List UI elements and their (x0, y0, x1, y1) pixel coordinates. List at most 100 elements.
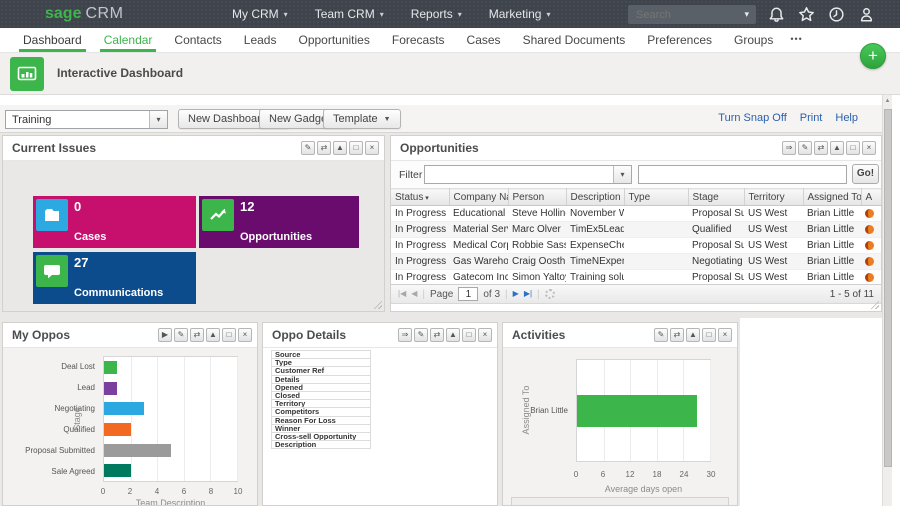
scroll-up-arrow[interactable]: ▲ (883, 95, 892, 108)
edit-icon[interactable]: ✎ (798, 141, 812, 155)
edit-icon[interactable]: ✎ (654, 328, 668, 342)
column-header-territory[interactable]: Territory (744, 189, 803, 206)
refresh-icon[interactable]: ⇄ (317, 141, 331, 155)
tab-leads[interactable]: Leads (233, 28, 288, 52)
tab-cases[interactable]: Cases (456, 28, 512, 52)
sage-crm-screen: sageCRM My CRM▾Team CRM▾Reports▾Marketin… (0, 0, 900, 506)
refresh-icon[interactable]: ⇄ (190, 328, 204, 342)
add-gadget-button[interactable]: + (860, 43, 886, 69)
table-row[interactable]: In ProgressEducational S...Steve Holling… (391, 206, 881, 222)
edit-icon[interactable]: ✎ (301, 141, 315, 155)
refresh-icon[interactable]: ⇄ (430, 328, 444, 342)
tick-label: 6 (601, 470, 605, 479)
bar-brian-little[interactable] (577, 395, 697, 427)
edit-icon[interactable]: ✎ (414, 328, 428, 342)
drill-icon[interactable]: ⇒ (782, 141, 796, 155)
tab-contacts[interactable]: Contacts (163, 28, 232, 52)
menu-team-crm[interactable]: Team CRM▾ (315, 7, 384, 21)
dashboard-select[interactable]: Training ▾ (5, 110, 168, 129)
user-icon[interactable] (858, 6, 875, 23)
scrollbar-thumb[interactable] (884, 109, 892, 467)
table-row[interactable]: In ProgressGas Warehou...Craig Oosthui..… (391, 254, 881, 270)
collapse-icon[interactable]: ▲ (686, 328, 700, 342)
maximize-icon[interactable]: □ (702, 328, 716, 342)
maximize-icon[interactable]: □ (349, 141, 363, 155)
collapse-icon[interactable]: ▲ (446, 328, 460, 342)
bar-proposal-submitted[interactable] (104, 444, 171, 457)
search-input[interactable] (628, 9, 737, 21)
bar-qualified[interactable] (104, 423, 131, 436)
link-help[interactable]: Help (835, 112, 858, 124)
link-print[interactable]: Print (800, 112, 823, 124)
column-header-stage[interactable]: Stage (688, 189, 744, 206)
last-page-icon[interactable]: ▶| (524, 289, 532, 299)
star-icon[interactable] (798, 6, 815, 23)
prev-page-icon[interactable]: ◀ (411, 289, 417, 299)
template-button[interactable]: Template▼ (323, 109, 401, 129)
refresh-icon[interactable] (545, 289, 555, 299)
close-icon[interactable]: × (862, 141, 876, 155)
bar-sale-agreed[interactable] (104, 464, 131, 477)
bar-lead[interactable] (104, 382, 117, 395)
tab-preferences[interactable]: Preferences (636, 28, 723, 52)
collapse-icon[interactable]: ▲ (830, 141, 844, 155)
panel-header: Current Issues ✎⇄▲□× (3, 136, 384, 161)
menu-marketing[interactable]: Marketing▾ (489, 7, 551, 21)
tab-overflow-icon[interactable]: ••• (784, 28, 808, 52)
first-page-icon[interactable]: |◀ (398, 289, 406, 299)
bell-icon[interactable] (768, 6, 785, 23)
tab-bar: DashboardCalendarContactsLeadsOpportunit… (0, 28, 900, 53)
bar-negotiating[interactable] (104, 402, 144, 415)
tab-forecasts[interactable]: Forecasts (381, 28, 456, 52)
link-turn-snap-off[interactable]: Turn Snap Off (718, 112, 786, 124)
column-header-assigned-to[interactable]: Assigned To (803, 189, 861, 206)
maximize-icon[interactable]: □ (222, 328, 236, 342)
clock-icon[interactable] (828, 6, 845, 23)
maximize-icon[interactable]: □ (462, 328, 476, 342)
tile-communications[interactable]: 27Communications (33, 252, 196, 304)
refresh-icon[interactable]: ⇄ (814, 141, 828, 155)
refresh-icon[interactable]: ⇄ (670, 328, 684, 342)
close-icon[interactable]: × (718, 328, 732, 342)
folder-icon (36, 199, 68, 231)
column-header-a[interactable]: A (861, 189, 881, 206)
bar-deal-lost[interactable] (104, 361, 117, 374)
tab-opportunities[interactable]: Opportunities (287, 28, 380, 52)
column-header-company-name[interactable]: Company Name (449, 189, 508, 206)
page-number-input[interactable] (458, 287, 478, 301)
collapse-icon[interactable]: ▲ (333, 141, 347, 155)
next-page-icon[interactable]: ▶ (513, 289, 519, 299)
drill-icon[interactable]: ⇒ (398, 328, 412, 342)
search-box[interactable]: ▾ (628, 5, 756, 24)
go-button[interactable]: Go! (852, 164, 879, 184)
filter-select[interactable]: ▾ (424, 165, 632, 184)
tab-calendar[interactable]: Calendar (93, 28, 164, 52)
table-row[interactable]: In ProgressMaterial Servi...Marc OlverTi… (391, 222, 881, 238)
tab-groups[interactable]: Groups (723, 28, 784, 52)
column-header-person[interactable]: Person (508, 189, 566, 206)
column-header-description[interactable]: Description (566, 189, 624, 206)
panel-title: Activities (512, 328, 565, 342)
maximize-icon[interactable]: □ (846, 141, 860, 155)
edit-icon[interactable]: ✎ (174, 328, 188, 342)
collapse-icon[interactable]: ▲ (206, 328, 220, 342)
vertical-scrollbar[interactable]: ▲ (882, 95, 892, 506)
chevron-down-icon[interactable]: ▾ (149, 111, 167, 128)
chevron-down-icon[interactable]: ▾ (613, 166, 631, 183)
tab-shared-documents[interactable]: Shared Documents (512, 28, 637, 52)
column-header-type[interactable]: Type (624, 189, 688, 206)
chevron-down-icon[interactable]: ▾ (737, 9, 756, 20)
column-header-status[interactable]: Status ▾ (391, 189, 449, 206)
filter-input[interactable] (638, 165, 847, 184)
table-row[interactable]: In ProgressMedical Corp....Robbie Sasser… (391, 238, 881, 254)
close-icon[interactable]: × (238, 328, 252, 342)
close-icon[interactable]: × (365, 141, 379, 155)
menu-my-crm[interactable]: My CRM▾ (232, 7, 288, 21)
play-icon[interactable]: ▶ (158, 328, 172, 342)
tile-opportunities[interactable]: 12Opportunities (199, 196, 359, 248)
tile-cases[interactable]: 0Cases (33, 196, 196, 248)
close-icon[interactable]: × (478, 328, 492, 342)
table-cell (861, 206, 881, 222)
tab-dashboard[interactable]: Dashboard (12, 28, 93, 52)
menu-reports[interactable]: Reports▾ (411, 7, 462, 21)
